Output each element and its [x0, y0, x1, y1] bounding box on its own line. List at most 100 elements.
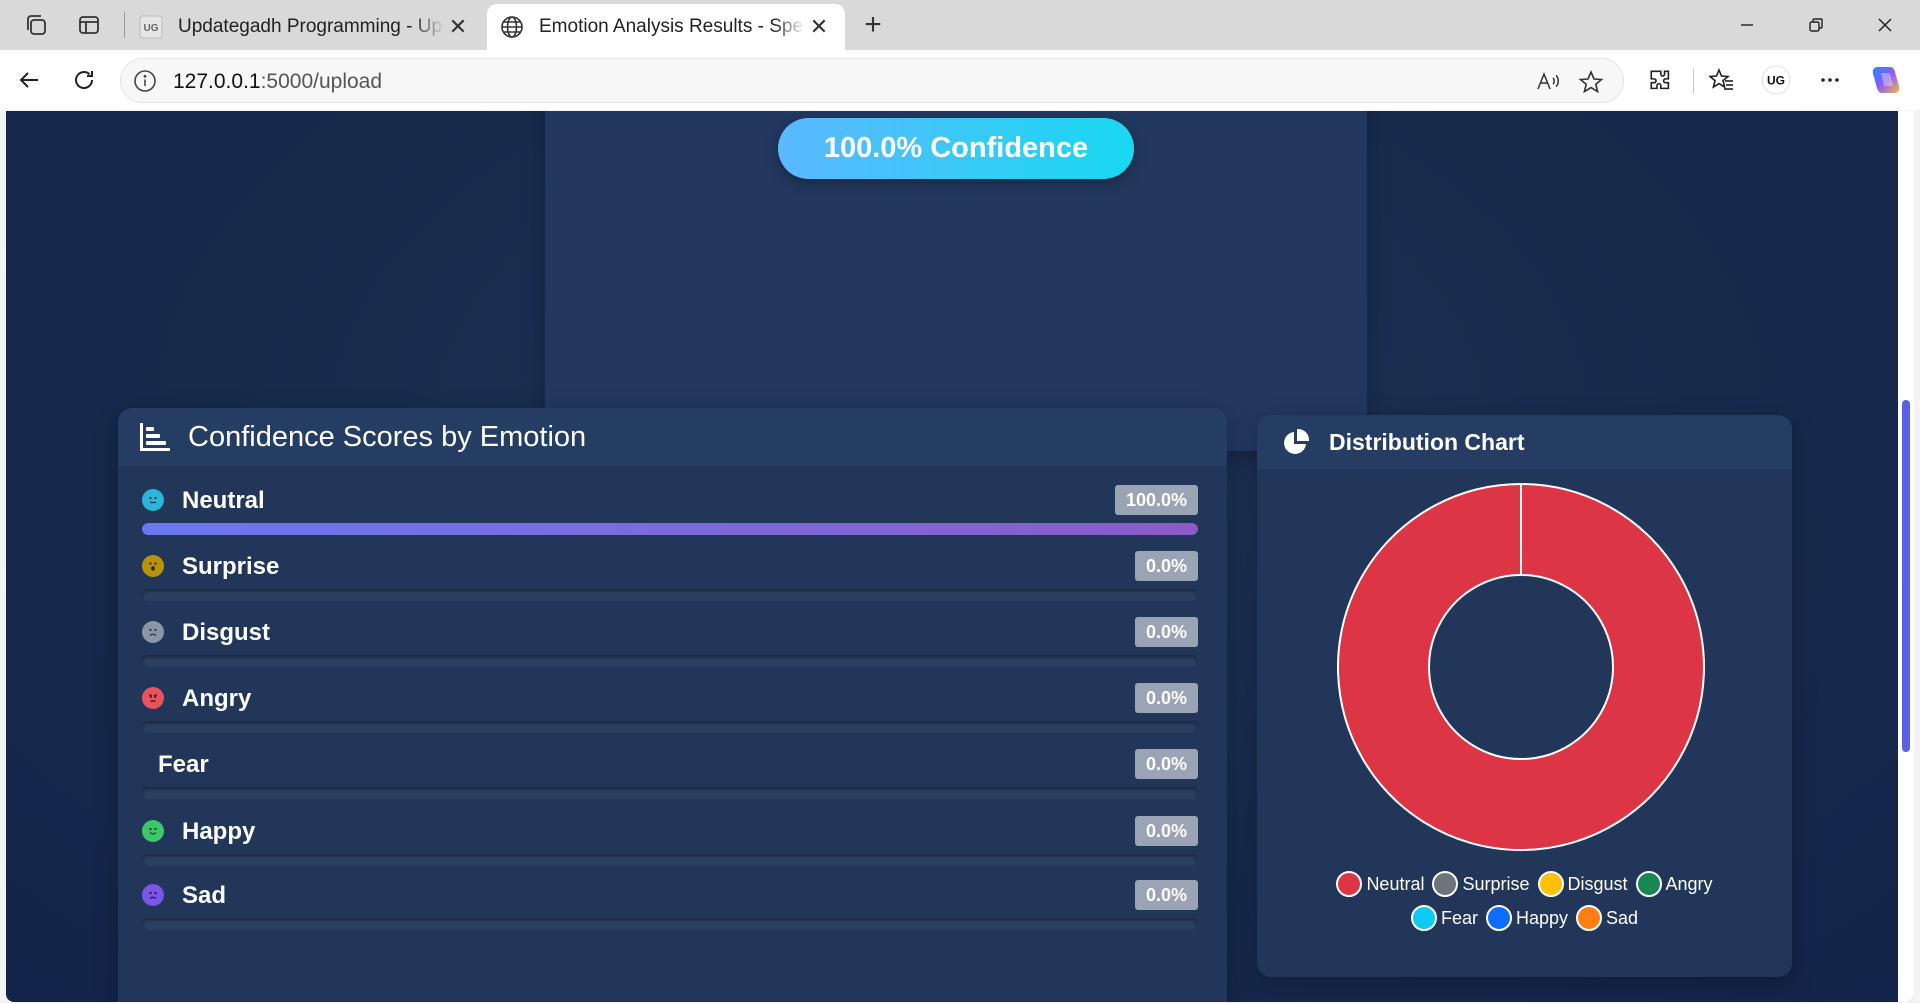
refresh-icon[interactable] — [66, 62, 102, 98]
smiling-face-icon — [142, 820, 164, 842]
browser-tab-bar: UG Updategadh Programming - Upd ✕ Emotio… — [0, 0, 1920, 50]
legend-item-neutral[interactable]: Neutral — [1336, 871, 1424, 897]
favorite-star-icon[interactable] — [1577, 68, 1605, 96]
legend-label: Disgust — [1567, 873, 1628, 894]
emotion-progress-track — [142, 918, 1198, 930]
close-window-icon[interactable] — [1863, 6, 1907, 44]
distribution-card-title: Distribution Chart — [1329, 428, 1525, 455]
emotion-progress-track — [142, 523, 1198, 535]
page-scrollbar[interactable] — [1898, 111, 1914, 1002]
neutral-face-icon — [142, 489, 164, 511]
new-tab-icon[interactable]: + — [856, 8, 890, 42]
profile-badge-text: UG — [1767, 74, 1785, 88]
emotion-percent-badge: 0.0% — [1134, 880, 1198, 910]
address-bar[interactable]: 127.0.0.1:5000/upload — [120, 58, 1624, 103]
legend-label: Angry — [1665, 873, 1713, 894]
legend-swatch — [1576, 905, 1602, 931]
distribution-card-header: Distribution Chart — [1257, 415, 1792, 469]
legend-swatch — [1635, 871, 1662, 897]
emotion-row-neutral: Neutral 100.0% — [142, 483, 1198, 553]
emotion-progress-fill — [142, 523, 1198, 535]
frowning-face-icon — [142, 621, 164, 643]
svg-text:UG: UG — [144, 23, 159, 34]
tab-separator — [124, 12, 125, 38]
angry-face-icon — [142, 687, 164, 709]
scores-card-title: Confidence Scores by Emotion — [188, 420, 587, 453]
emotion-name: Sad — [182, 882, 227, 909]
profile-avatar[interactable]: UG — [1758, 62, 1794, 98]
distribution-donut-chart[interactable] — [1336, 482, 1706, 852]
emotion-row-happy: Happy 0.0% — [142, 814, 1198, 884]
close-tab-icon[interactable]: ✕ — [805, 13, 833, 41]
site-info-icon[interactable] — [133, 69, 157, 93]
legend-item-disgust[interactable]: Disgust — [1537, 871, 1628, 897]
scores-card-header: Confidence Scores by Emotion — [118, 408, 1227, 466]
emotion-percent-badge: 0.0% — [1134, 617, 1198, 647]
emotion-progress-track — [142, 655, 1198, 667]
restore-icon[interactable] — [1794, 6, 1838, 44]
emotion-progress-track — [142, 721, 1198, 733]
favorites-icon[interactable] — [1704, 62, 1740, 98]
emotion-row-surprise: Surprise 0.0% — [142, 549, 1198, 619]
ug-favicon-icon: UG — [138, 14, 164, 40]
emotion-name: Neutral — [182, 487, 265, 514]
legend-label: Neutral — [1366, 873, 1425, 894]
legend-item-fear[interactable]: Fear — [1410, 905, 1478, 931]
emotion-progress-track — [142, 589, 1198, 601]
emotion-name: Surprise — [182, 553, 280, 580]
legend-swatch — [1432, 871, 1459, 897]
surprised-face-icon — [142, 555, 164, 577]
legend-swatch — [1485, 905, 1512, 931]
emotion-name: Disgust — [182, 619, 271, 646]
emotion-row-disgust: Disgust 0.0% — [142, 615, 1198, 685]
emotion-percent-badge: 0.0% — [1134, 683, 1198, 713]
page-viewport: 100.0% Confidence Confidence Scores by E… — [6, 111, 1914, 1002]
legend-swatch — [1336, 871, 1363, 897]
workspaces-icon[interactable] — [20, 9, 52, 41]
legend-item-happy[interactable]: Happy — [1485, 905, 1568, 931]
url-host: 127.0.0.1 — [173, 70, 261, 93]
confidence-scores-card: Confidence Scores by Emotion Neutral 100… — [118, 408, 1227, 1002]
legend-label: Sad — [1606, 907, 1639, 928]
emotion-name: Happy — [182, 818, 256, 845]
emotion-percent-badge: 0.0% — [1134, 816, 1198, 846]
emotion-row-angry: Angry 0.0% — [142, 681, 1198, 751]
url-path: :5000/upload — [260, 70, 383, 93]
pie-chart-icon — [1281, 427, 1311, 457]
globe-icon — [499, 14, 525, 40]
confidence-badge: 100.0% Confidence — [778, 118, 1134, 179]
emotion-name: Fear — [158, 751, 209, 778]
legend-item-sad[interactable]: Sad — [1576, 905, 1638, 931]
tab-updategadh[interactable]: UG Updategadh Programming - Upd ✕ — [126, 4, 484, 50]
close-tab-icon[interactable]: ✕ — [444, 13, 472, 41]
browser-toolbar: 127.0.0.1:5000/upload UG — [0, 50, 1920, 110]
emotion-percent-badge: 100.0% — [1114, 485, 1198, 515]
legend-item-surprise[interactable]: Surprise — [1432, 871, 1530, 897]
read-aloud-icon[interactable] — [1534, 68, 1562, 96]
extensions-icon[interactable] — [1642, 62, 1678, 98]
scrollbar-thumb[interactable] — [1902, 400, 1910, 752]
emotion-name: Angry — [182, 685, 252, 712]
more-options-icon[interactable] — [1812, 62, 1848, 98]
back-icon[interactable] — [11, 62, 47, 98]
tab-emotion-results[interactable]: Emotion Analysis Results - Speech ✕ — [487, 4, 845, 50]
sad-face-icon — [142, 884, 164, 906]
legend-label: Surprise — [1462, 873, 1530, 894]
emotion-progress-track — [142, 854, 1198, 866]
legend-swatch — [1537, 871, 1564, 897]
copilot-icon[interactable] — [1868, 62, 1904, 98]
legend-item-angry[interactable]: Angry — [1635, 871, 1713, 897]
emotion-row-fear: Fear 0.0% — [142, 747, 1198, 817]
chart-legend: Neutral Surprise Disgust Angry Fear Happy Sad — [1257, 871, 1792, 931]
toolbar-separator — [1693, 68, 1694, 94]
tab-title: Emotion Analysis Results - Speech — [539, 16, 805, 37]
legend-label: Happy — [1515, 907, 1568, 928]
emotion-percent-badge: 0.0% — [1134, 551, 1198, 581]
tab-actions-icon[interactable] — [73, 9, 105, 41]
distribution-chart-card: Distribution Chart Neutral Surprise Disgus… — [1257, 415, 1792, 977]
tab-title: Updategadh Programming - Upd — [178, 16, 444, 37]
legend-swatch — [1410, 905, 1437, 931]
minimize-icon[interactable] — [1725, 6, 1769, 44]
legend-label: Fear — [1440, 907, 1478, 928]
emotion-percent-badge: 0.0% — [1134, 749, 1198, 779]
